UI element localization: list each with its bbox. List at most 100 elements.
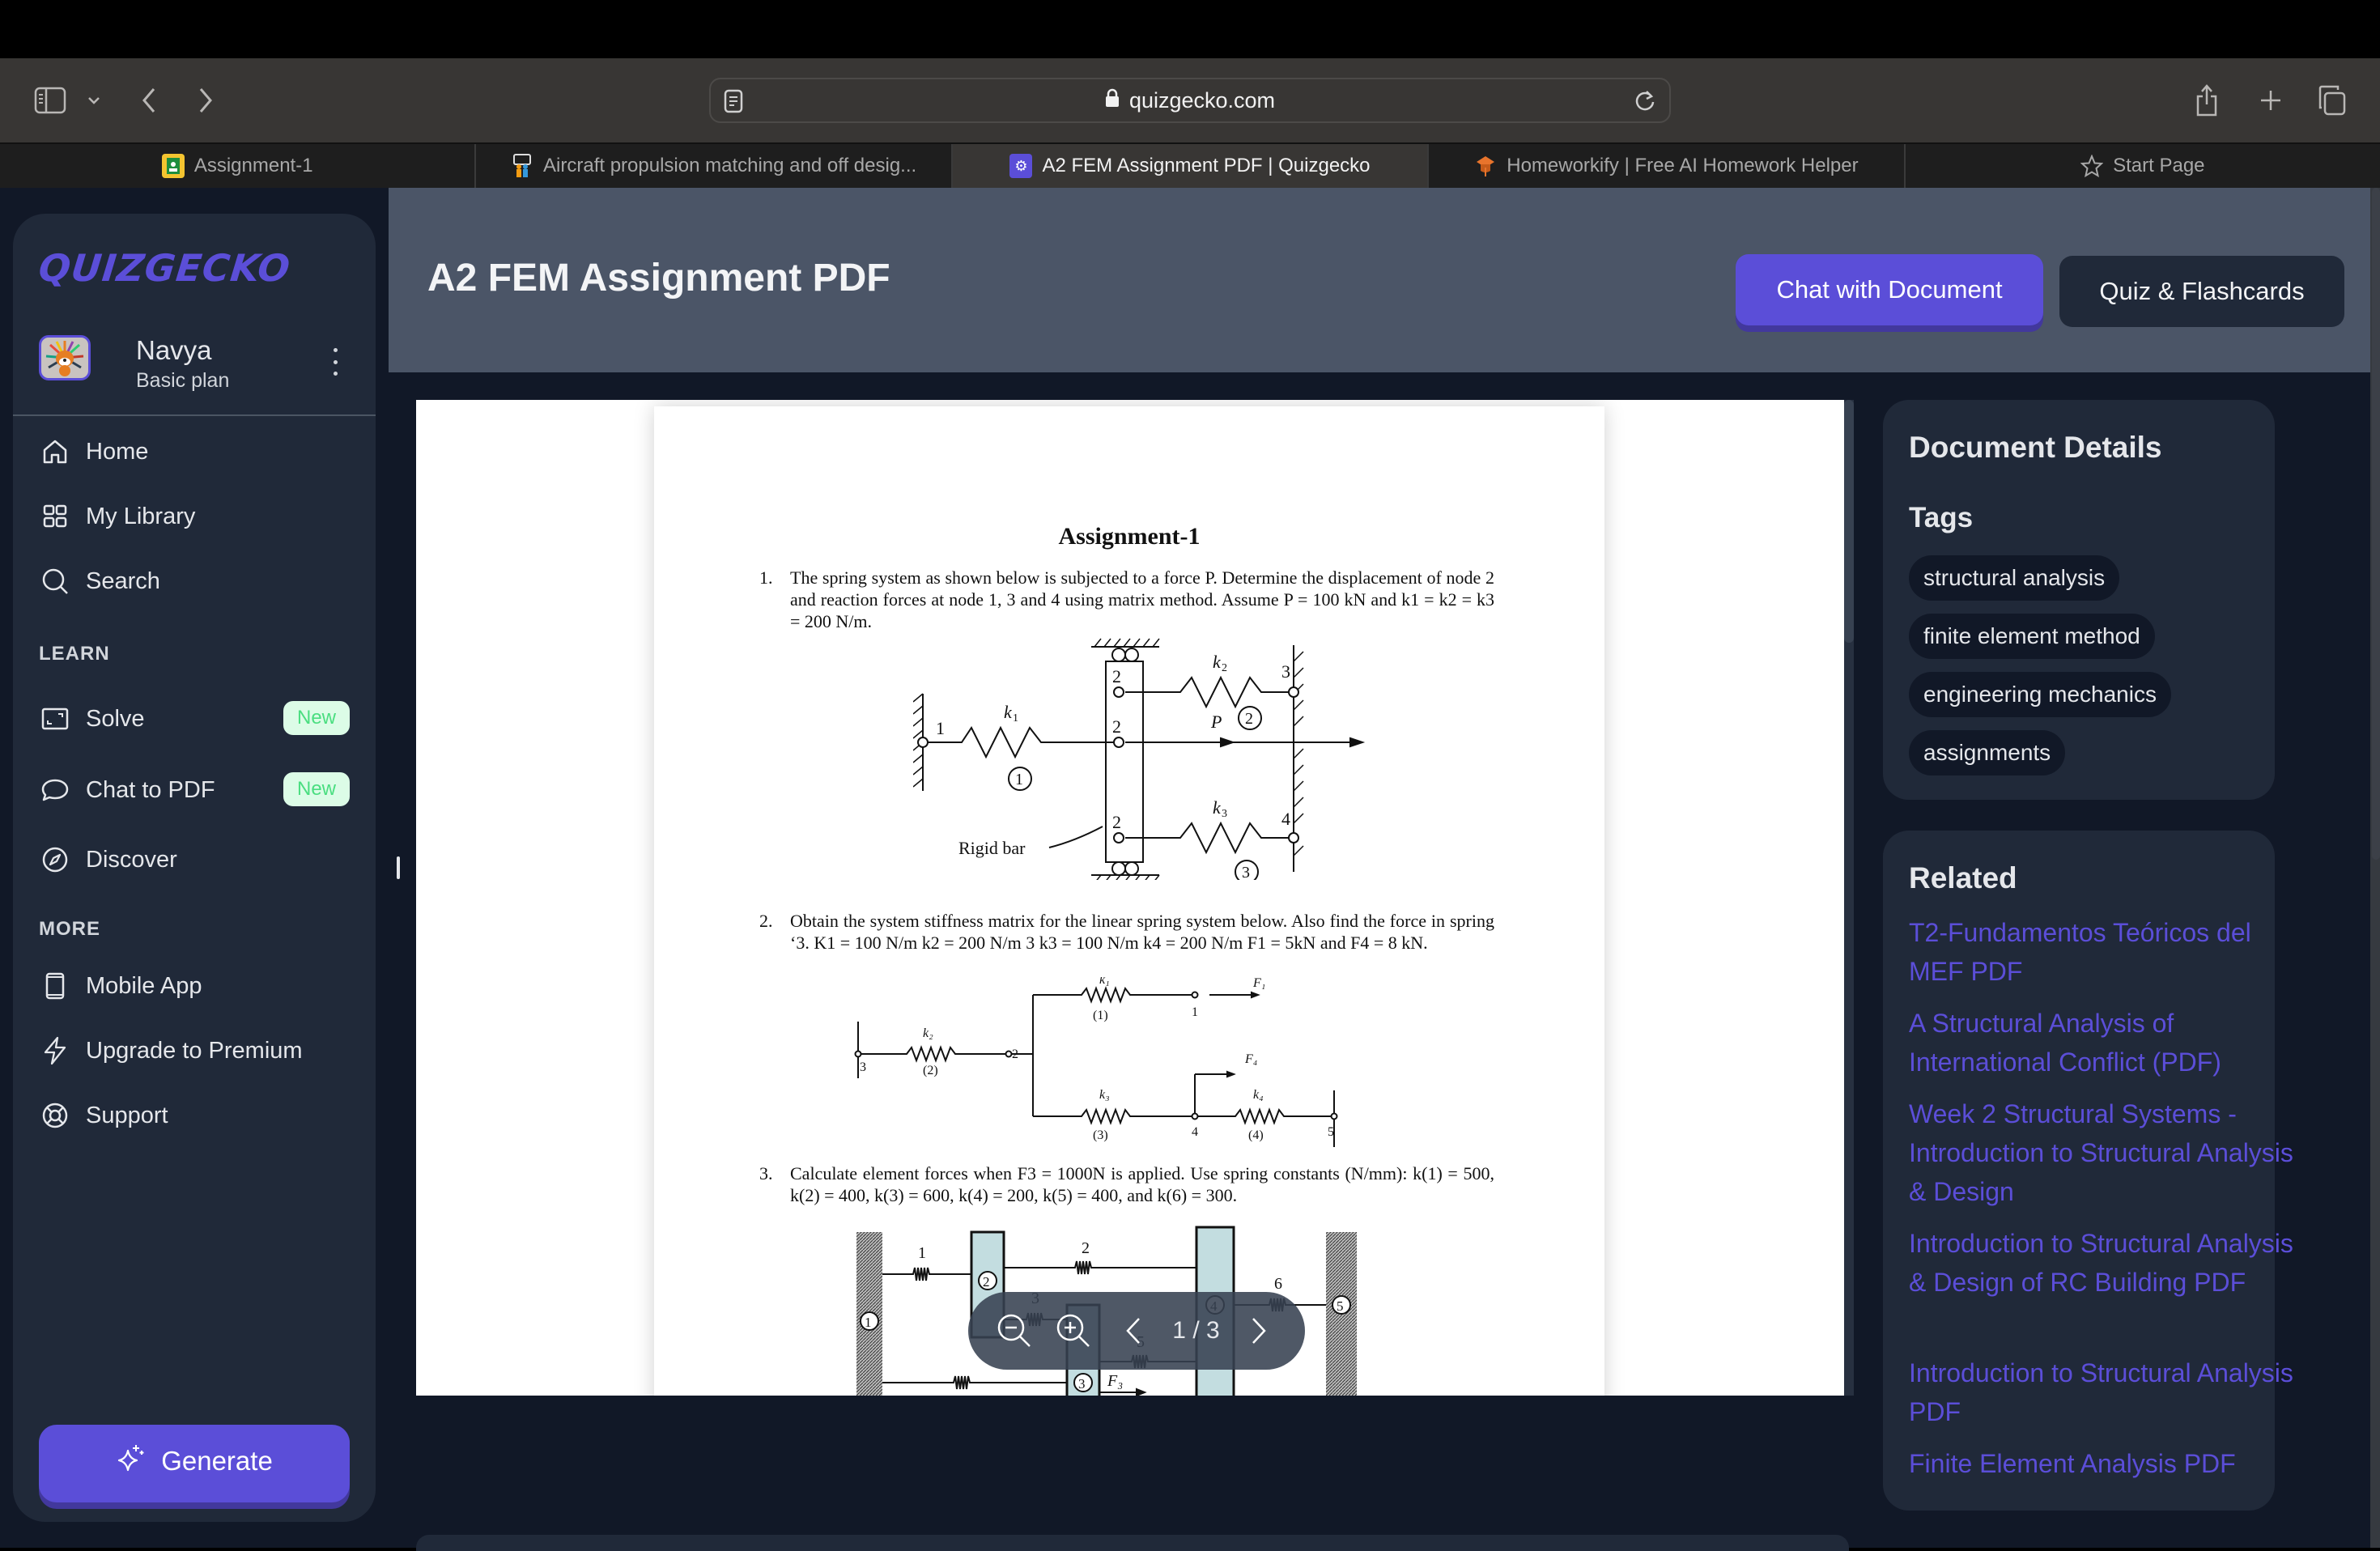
svg-text:F₁: F₁ — [1252, 977, 1265, 990]
zoom-in-icon[interactable] — [1053, 1311, 1094, 1351]
section-more-heading: MORE — [39, 918, 100, 940]
svg-text:k: k — [1004, 702, 1013, 722]
svg-text:Rigid bar: Rigid bar — [958, 838, 1026, 858]
viewer-scrollbar-thumb[interactable] — [1844, 400, 1854, 643]
reload-icon[interactable] — [1634, 89, 1656, 117]
sidebar-item-chat-to-pdf[interactable]: Chat to PDF New — [39, 767, 363, 813]
tab-start-page[interactable]: Start Page — [1906, 144, 2380, 188]
question-3: 3. Calculate element forces when F3 = 10… — [759, 1163, 1494, 1205]
svg-text:F₃: F₃ — [1107, 1372, 1123, 1390]
document-header: A2 FEM Assignment PDF Chat with Document… — [389, 188, 2370, 372]
star-icon — [2080, 154, 2104, 178]
sidebar-toggle-icon[interactable] — [32, 84, 68, 117]
tag-chip[interactable]: structural analysis — [1909, 555, 2120, 601]
grid-icon — [40, 502, 70, 531]
tab-bar: Assignment-1 Aircraft propulsion matchin… — [0, 142, 2380, 188]
sidebar-item-my-library[interactable]: My Library — [39, 494, 363, 539]
figure-2-spring-system: k₁ F₁ (1) 1 k₂ 2 3 (2) F₄ k₃ k₄ (3) 4 (4… — [854, 977, 1338, 1147]
forward-icon[interactable] — [193, 83, 219, 118]
svg-text:P: P — [1210, 712, 1222, 732]
sidebar-item-label: Chat to PDF — [86, 776, 215, 803]
generate-label: Generate — [161, 1446, 273, 1476]
svg-text:6: 6 — [1274, 1275, 1282, 1293]
quiz-flashcards-button[interactable]: Quiz & Flashcards — [2059, 256, 2344, 327]
lower-content-card — [416, 1535, 1849, 1551]
chat-with-document-button[interactable]: Chat with Document — [1736, 254, 2043, 325]
quizgecko-icon: ⚙ — [1009, 154, 1033, 178]
presenter-icon — [511, 154, 533, 178]
svg-text:2: 2 — [983, 1274, 990, 1290]
svg-text:1: 1 — [1015, 771, 1023, 788]
page-indicator: 1 / 3 — [1172, 1317, 1220, 1344]
tab-aircraft-propulsion[interactable]: Aircraft propulsion matching and off des… — [476, 144, 953, 188]
sidebar-item-upgrade-premium[interactable]: Upgrade to Premium — [39, 1028, 363, 1073]
viewer-controls: 1 / 3 — [968, 1292, 1305, 1370]
pdf-viewer[interactable]: Assignment-1 1. The spring system as sho… — [416, 400, 1844, 1396]
document-details-card: Document Details Tags structural analysi… — [1883, 400, 2275, 800]
user-plan: Basic plan — [136, 369, 230, 392]
previous-page-icon[interactable] — [1113, 1311, 1154, 1351]
tab-assignment-1[interactable]: Assignment-1 — [0, 144, 477, 188]
sidebar: QUIZGECKO Navya Basic plan Home My Libra… — [13, 214, 376, 1522]
svg-text:1: 1 — [918, 1244, 926, 1262]
lifebuoy-icon — [40, 1101, 70, 1130]
svg-text:k₄: k₄ — [1253, 1088, 1264, 1102]
chevron-down-icon[interactable] — [84, 89, 104, 112]
lightning-icon — [40, 1036, 70, 1065]
svg-text:2: 2 — [1112, 812, 1121, 832]
related-card: Related T2-Fundamentos Teóricos del MEF … — [1883, 831, 2293, 1511]
svg-text:2: 2 — [1082, 1239, 1090, 1257]
more-options-icon[interactable] — [327, 348, 343, 376]
sidebar-item-support[interactable]: Support — [39, 1093, 363, 1138]
text-cursor — [397, 856, 400, 879]
svg-text:3: 3 — [1242, 864, 1250, 880]
related-link[interactable]: T2-Fundamentos Teóricos del MEF PDF — [1909, 913, 2297, 991]
svg-text:5: 5 — [1337, 1298, 1344, 1314]
sidebar-item-home[interactable]: Home — [39, 429, 363, 474]
new-tab-icon[interactable] — [2257, 84, 2284, 117]
tab-overview-icon[interactable] — [2315, 83, 2348, 118]
zoom-out-icon[interactable] — [994, 1311, 1035, 1351]
tab-label: A2 FEM Assignment PDF | Quizgecko — [1042, 155, 1371, 176]
tab-quizgecko-active[interactable]: ⚙ A2 FEM Assignment PDF | Quizgecko — [952, 144, 1430, 188]
share-icon[interactable] — [2192, 81, 2221, 120]
new-badge: New — [283, 772, 350, 806]
related-link[interactable]: Finite Element Analysis PDF — [1909, 1444, 2297, 1483]
svg-text:1: 1 — [1192, 1005, 1198, 1019]
figure-1-spring-system: 1 2 2 2 3 4 1 2 3 k1 k2 k3 P Rigid bar — [913, 638, 1366, 880]
page-scrollbar-thumb[interactable] — [2372, 188, 2380, 860]
svg-text:2: 2 — [1222, 662, 1227, 674]
generate-button[interactable]: Generate — [39, 1425, 350, 1502]
related-link[interactable]: Week 2 Structural Systems - Introduction… — [1909, 1094, 2297, 1211]
document-details-heading: Document Details — [1909, 431, 2162, 464]
search-icon — [40, 567, 70, 596]
sidebar-item-label: Search — [86, 567, 160, 594]
next-page-icon[interactable] — [1239, 1311, 1279, 1351]
google-classroom-icon — [161, 154, 185, 178]
tag-chip[interactable]: finite element method — [1909, 614, 2155, 659]
back-icon[interactable] — [136, 83, 162, 118]
sidebar-divider — [13, 414, 376, 416]
svg-text:4: 4 — [962, 1393, 970, 1396]
tab-homeworkify[interactable]: Homeworkify | Free AI Homework Helper — [1429, 144, 1906, 188]
tags-heading: Tags — [1909, 502, 1974, 533]
graduation-cap-icon — [1474, 154, 1497, 178]
related-link[interactable]: Introduction to Structural Analysis & De… — [1909, 1224, 2297, 1302]
svg-text:4: 4 — [1281, 809, 1290, 829]
tab-label: Assignment-1 — [193, 155, 313, 176]
sidebar-item-solve[interactable]: Solve New — [39, 696, 363, 742]
svg-text:3: 3 — [1281, 661, 1290, 682]
sidebar-item-search[interactable]: Search — [39, 559, 363, 604]
tag-chip[interactable]: engineering mechanics — [1909, 672, 2171, 717]
address-bar[interactable]: quizgecko.com — [709, 78, 1671, 123]
sidebar-item-discover[interactable]: Discover — [39, 837, 363, 882]
quizgecko-logo[interactable]: QUIZGECKO — [36, 246, 292, 290]
tag-chip[interactable]: assignments — [1909, 730, 2066, 776]
related-link[interactable]: A Structural Analysis of International C… — [1909, 1004, 2297, 1081]
sidebar-item-mobile-app[interactable]: Mobile App — [39, 963, 363, 1009]
user-profile[interactable]: Navya Basic plan — [39, 335, 363, 392]
sidebar-item-label: Solve — [86, 705, 145, 732]
svg-text:2: 2 — [1245, 710, 1253, 728]
svg-text:2: 2 — [1012, 1047, 1018, 1061]
related-link[interactable]: Introduction to Structural Analysis PDF — [1909, 1353, 2297, 1431]
